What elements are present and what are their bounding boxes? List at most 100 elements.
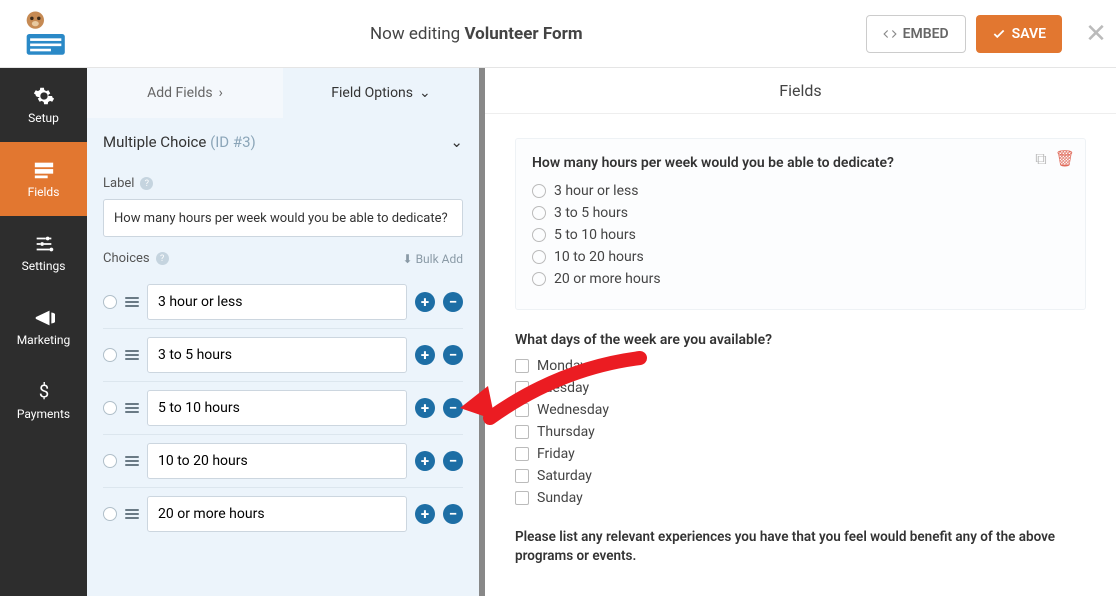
checkbox-option[interactable]: Friday <box>515 446 1086 462</box>
checkbox-option[interactable]: Sunday <box>515 490 1086 506</box>
checkbox-option[interactable]: Thursday <box>515 424 1086 440</box>
radio-option[interactable]: 3 hour or less <box>532 183 1069 199</box>
remove-choice-button[interactable]: − <box>443 504 463 524</box>
app-logo <box>0 8 87 60</box>
close-icon[interactable]: ✕ <box>1076 19 1116 49</box>
rail-label: Marketing <box>17 333 71 347</box>
choice-input[interactable] <box>147 443 407 479</box>
option-label: Saturday <box>537 468 592 484</box>
checkbox-option[interactable]: Wednesday <box>515 402 1086 418</box>
choice-input[interactable] <box>147 496 407 532</box>
option-label: Monday <box>537 358 587 374</box>
bulk-add-label: Bulk Add <box>416 252 463 266</box>
section-id: (ID #3) <box>210 133 256 151</box>
option-label: 20 or more hours <box>554 271 661 287</box>
chevron-down-icon: ⌄ <box>419 85 431 101</box>
rail-marketing[interactable]: Marketing <box>0 290 87 364</box>
editing-title: Now editing Volunteer Form <box>87 24 866 44</box>
top-actions: EMBED SAVE <box>866 15 1076 53</box>
help-icon[interactable]: ? <box>140 177 153 190</box>
preview-pane: Fields ⧉ 🗑 How many hours per week would… <box>485 68 1116 596</box>
svg-text:$: $ <box>38 382 48 403</box>
form-name: Volunteer Form <box>464 24 582 44</box>
radio-icon <box>532 184 546 198</box>
checkbox-option[interactable]: Saturday <box>515 468 1086 484</box>
help-icon[interactable]: ? <box>156 252 169 265</box>
choice-input[interactable] <box>147 390 407 426</box>
checkbox-option[interactable]: Monday <box>515 358 1086 374</box>
rail-label: Setup <box>28 111 59 125</box>
choice-row: +− <box>103 381 463 434</box>
embed-button[interactable]: EMBED <box>866 15 966 53</box>
chevron-right-icon: › <box>219 85 223 101</box>
remove-choice-button[interactable]: − <box>443 345 463 365</box>
checkbox-icon <box>515 447 529 461</box>
drag-handle-icon[interactable] <box>125 509 139 519</box>
rail-settings[interactable]: Settings <box>0 216 87 290</box>
card-tools: ⧉ 🗑 <box>1035 149 1075 169</box>
choice-radio[interactable] <box>103 401 117 415</box>
remove-choice-button[interactable]: − <box>443 292 463 312</box>
choice-radio[interactable] <box>103 295 117 309</box>
choice-input[interactable] <box>147 337 407 373</box>
duplicate-icon[interactable]: ⧉ <box>1035 149 1046 169</box>
checkbox-icon <box>515 425 529 439</box>
question-text: Please list any relevant experiences you… <box>515 528 1086 566</box>
drag-handle-icon[interactable] <box>125 403 139 413</box>
option-label: Friday <box>537 446 575 462</box>
radio-icon <box>532 228 546 242</box>
choices-heading-text: Choices <box>103 251 150 266</box>
radio-option[interactable]: 3 to 5 hours <box>532 205 1069 221</box>
choice-input[interactable] <box>147 284 407 320</box>
question-card[interactable]: ⧉ 🗑 How many hours per week would you be… <box>515 138 1086 310</box>
editing-prefix: Now editing <box>370 24 464 44</box>
add-choice-button[interactable]: + <box>415 292 435 312</box>
section-header[interactable]: Multiple Choice (ID #3) ⌄ <box>87 118 479 166</box>
choice-radio[interactable] <box>103 454 117 468</box>
radio-option[interactable]: 10 to 20 hours <box>532 249 1069 265</box>
drag-handle-icon[interactable] <box>125 456 139 466</box>
option-label: 3 to 5 hours <box>554 205 628 221</box>
label-input[interactable] <box>103 199 463 237</box>
option-label: Wednesday <box>537 402 609 418</box>
preview-header: Fields <box>485 68 1116 114</box>
rail-payments[interactable]: $ Payments <box>0 364 87 438</box>
add-choice-button[interactable]: + <box>415 451 435 471</box>
tab-field-options[interactable]: Field Options ⌄ <box>283 68 479 118</box>
download-icon: ⬇ <box>403 252 413 266</box>
remove-choice-button[interactable]: − <box>443 398 463 418</box>
radio-option[interactable]: 20 or more hours <box>532 271 1069 287</box>
add-choice-button[interactable]: + <box>415 504 435 524</box>
choice-radio[interactable] <box>103 507 117 521</box>
rail-label: Settings <box>22 259 66 273</box>
section-name: Multiple Choice <box>103 133 206 151</box>
rail-setup[interactable]: Setup <box>0 68 87 142</box>
option-label: 5 to 10 hours <box>554 227 636 243</box>
left-panel: Add Fields › Field Options ⌄ Multiple Ch… <box>87 68 485 596</box>
choice-radio[interactable] <box>103 348 117 362</box>
remove-choice-button[interactable]: − <box>443 451 463 471</box>
rail-fields[interactable]: Fields <box>0 142 87 216</box>
nav-rail: Setup Fields Settings Marketing $ Paymen… <box>0 68 87 596</box>
drag-handle-icon[interactable] <box>125 350 139 360</box>
add-choice-button[interactable]: + <box>415 398 435 418</box>
choice-row: +− <box>103 328 463 381</box>
trash-icon[interactable]: 🗑 <box>1055 149 1075 169</box>
bulk-add-link[interactable]: ⬇ Bulk Add <box>403 252 463 266</box>
radio-icon <box>532 250 546 264</box>
tab-add-fields[interactable]: Add Fields › <box>87 68 283 118</box>
choice-row: +− <box>103 487 463 540</box>
drag-handle-icon[interactable] <box>125 297 139 307</box>
rail-label: Payments <box>17 407 70 421</box>
save-label: SAVE <box>1012 26 1046 42</box>
option-label: 10 to 20 hours <box>554 249 644 265</box>
embed-label: EMBED <box>903 26 949 42</box>
radio-option[interactable]: 5 to 10 hours <box>532 227 1069 243</box>
add-choice-button[interactable]: + <box>415 345 435 365</box>
question-text: How many hours per week would you be abl… <box>532 155 1069 171</box>
save-button[interactable]: SAVE <box>976 15 1062 53</box>
label-heading: Label ? <box>103 176 463 191</box>
panel-tabs: Add Fields › Field Options ⌄ <box>87 68 479 118</box>
checkbox-option[interactable]: Tuesday <box>515 380 1086 396</box>
choice-row: +− <box>103 434 463 487</box>
